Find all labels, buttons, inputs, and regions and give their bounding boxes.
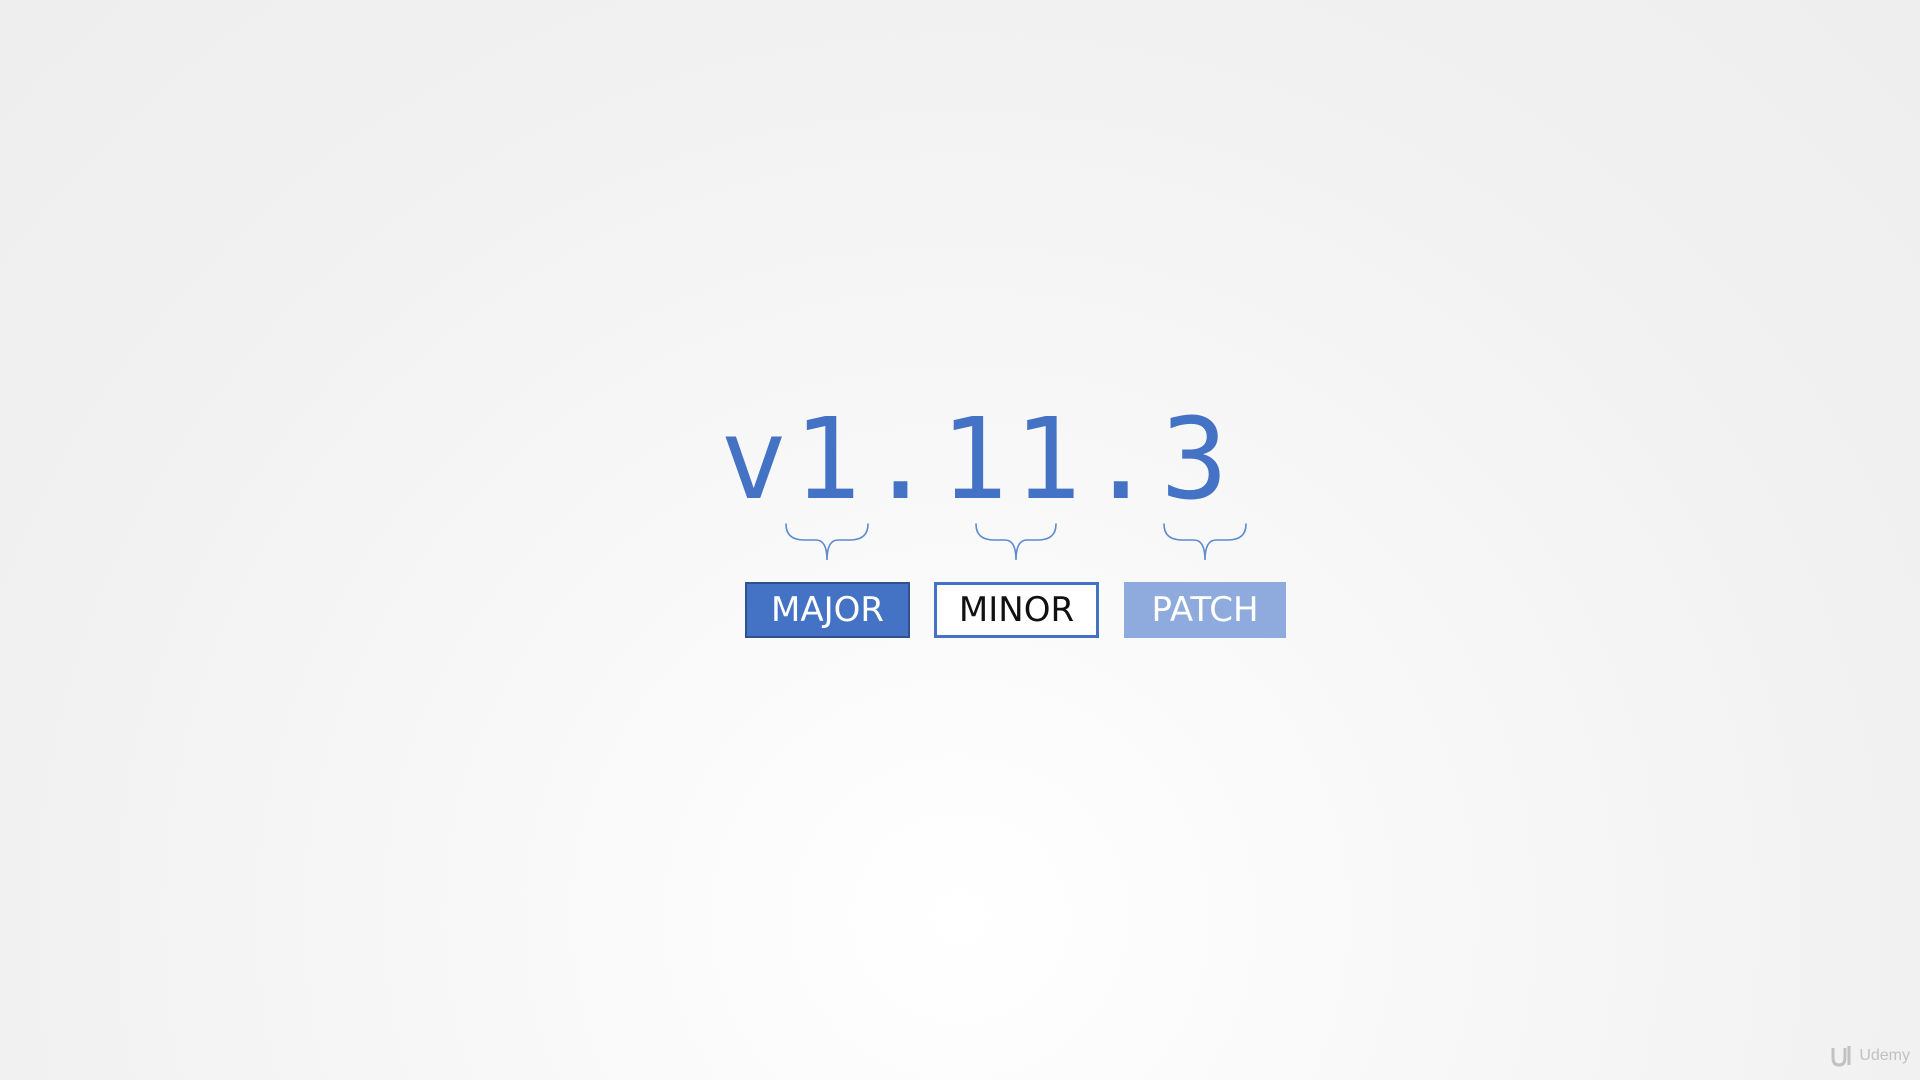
major-label: MAJOR xyxy=(745,582,910,638)
major-brace-icon xyxy=(785,523,869,561)
watermark-text: Udemy xyxy=(1859,1047,1910,1064)
udemy-watermark: Udemy xyxy=(1829,1042,1910,1070)
braces-layer xyxy=(785,523,1247,561)
minor-label: MINOR xyxy=(934,582,1099,638)
version-string: v1.11.3 xyxy=(720,395,1235,525)
minor-brace-icon xyxy=(975,523,1057,561)
patch-brace-icon xyxy=(1163,523,1247,561)
patch-label: PATCH xyxy=(1124,582,1286,638)
udemy-logo-icon xyxy=(1831,1046,1851,1067)
slide-canvas: v1.11.3 MAJOR MINOR PATCH Udemy xyxy=(0,0,1920,1080)
